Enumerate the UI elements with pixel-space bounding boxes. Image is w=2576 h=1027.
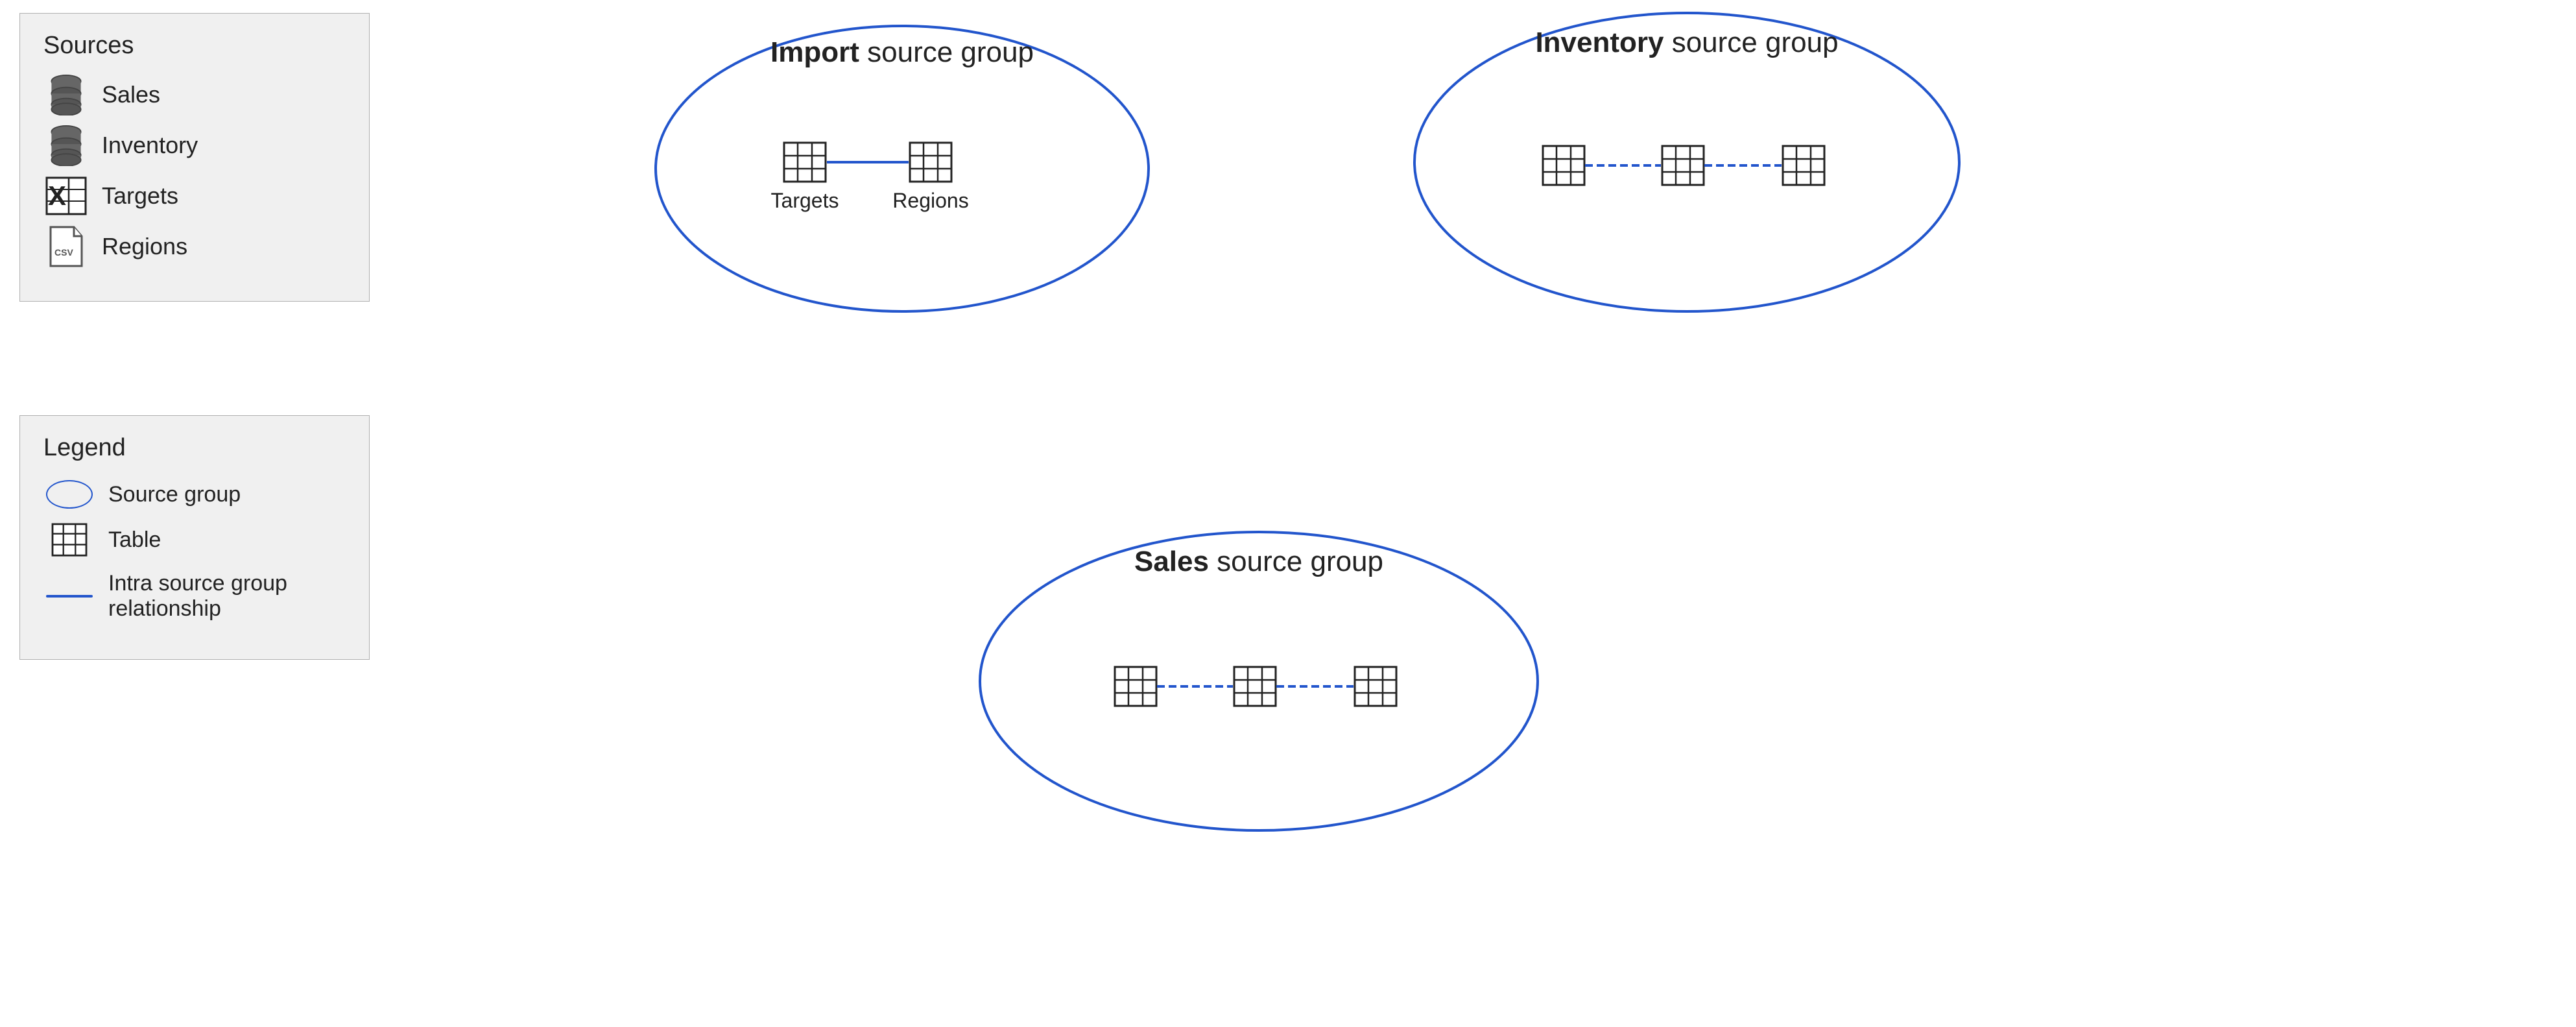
targets-label: Targets (102, 182, 178, 210)
oval-icon (43, 480, 95, 509)
list-item: Sales (43, 75, 346, 114)
legend-table-label: Table (108, 527, 161, 553)
sales-label: Sales (102, 81, 160, 108)
legend-title: Legend (43, 434, 346, 462)
svg-text:Regions: Regions (892, 189, 968, 212)
table-icon (43, 523, 95, 557)
database-icon (43, 126, 89, 165)
legend-relationship: Intra source group relationship (43, 571, 346, 622)
legend-source-group: Source group (43, 480, 346, 509)
legend-relationship-label: Intra source group relationship (108, 571, 346, 622)
sources-panel: Sources Sales (19, 13, 370, 302)
diagram-area: Import source group Targets Regions Inve… (422, 0, 2576, 1027)
sources-title: Sources (43, 32, 346, 60)
legend-table: Table (43, 523, 346, 557)
list-item: Inventory (43, 126, 346, 165)
csv-icon: CSV (43, 227, 89, 266)
svg-text:CSV: CSV (54, 247, 73, 258)
svg-text:Targets: Targets (771, 189, 839, 212)
svg-text:Inventory source group: Inventory source group (1535, 27, 1838, 58)
line-icon (43, 595, 95, 598)
legend-source-group-label: Source group (108, 482, 241, 507)
database-icon (43, 75, 89, 114)
regions-label: Regions (102, 233, 187, 260)
svg-text:Sales source group: Sales source group (1134, 546, 1383, 577)
svg-text:X: X (48, 180, 66, 211)
svg-text:Import source group: Import source group (770, 36, 1034, 68)
excel-icon: X (43, 176, 89, 215)
list-item: CSV Regions (43, 227, 346, 266)
legend-panel: Legend Source group Table Intra source g… (19, 415, 370, 660)
list-item: X Targets (43, 176, 346, 215)
inventory-label: Inventory (102, 132, 198, 159)
